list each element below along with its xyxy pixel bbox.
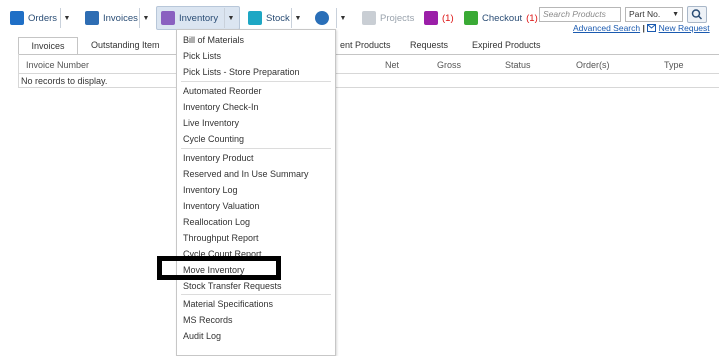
menu-item-audit-log[interactable]: Audit Log [183, 331, 221, 341]
search-placeholder: Search Products [543, 9, 606, 19]
menu-item-automated-reorder[interactable]: Automated Reorder [183, 86, 262, 96]
grid-left-border [18, 54, 19, 88]
tab-current-products[interactable]: ent Products [336, 37, 395, 54]
column-status[interactable]: Status [505, 60, 531, 70]
empty-grid-message: No records to display. [21, 76, 108, 86]
search-links: Advanced Search | New Request [573, 23, 710, 33]
settings-dropdown-caret[interactable]: ▼ [336, 8, 349, 28]
column-orders[interactable]: Order(s) [576, 60, 610, 70]
stock-dropdown-caret[interactable]: ▼ [291, 8, 304, 28]
grid-header-divider [18, 73, 719, 74]
tab-requests[interactable]: Requests [406, 37, 452, 54]
invoices-icon [85, 11, 99, 25]
column-gross[interactable]: Gross [437, 60, 461, 70]
search-icon [691, 9, 703, 20]
checkout-button[interactable]: Checkout (1) [460, 6, 542, 30]
column-type[interactable]: Type [664, 60, 684, 70]
toolbar: Orders ▼ Invoices ▼ Inventory ▼ Stock ▼ … [0, 0, 719, 36]
inventory-dropdown-menu: Bill of Materials Pick Lists Pick Lists … [176, 29, 336, 356]
new-request-link[interactable]: New Request [659, 23, 710, 33]
search-field-value: Part No. [629, 9, 661, 19]
stock-button[interactable]: Stock [244, 6, 294, 30]
checkout-label: Checkout [482, 12, 523, 24]
tab-outstanding-items[interactable]: Outstanding Item [87, 37, 164, 54]
checkout-count: (1) [526, 12, 538, 24]
tab-expired-products[interactable]: Expired Products [468, 37, 545, 54]
advanced-search-link[interactable]: Advanced Search [573, 23, 640, 33]
column-invoice-number[interactable]: Invoice Number [26, 60, 89, 70]
stock-icon [248, 11, 262, 25]
checkout-icon [464, 11, 478, 25]
tab-divider [18, 54, 719, 55]
stock-label: Stock [266, 12, 290, 24]
menu-item-inventory-product[interactable]: Inventory Product [183, 153, 254, 163]
invoices-dropdown-caret[interactable]: ▼ [139, 8, 152, 28]
grid-bottom-divider [18, 87, 719, 88]
menu-item-inventory-check-in[interactable]: Inventory Check-In [183, 102, 259, 112]
inventory-dropdown-caret[interactable]: ▼ [224, 8, 237, 28]
menu-item-material-specifications[interactable]: Material Specifications [183, 299, 273, 309]
settings-gear-icon [315, 11, 329, 25]
column-net[interactable]: Net [385, 60, 399, 70]
cart-icon [424, 11, 438, 25]
invoices-label: Invoices [103, 12, 138, 24]
menu-item-stock-transfer-requests[interactable]: Stock Transfer Requests [183, 281, 282, 291]
menu-item-ms-records[interactable]: MS Records [183, 315, 233, 325]
menu-item-inventory-log[interactable]: Inventory Log [183, 185, 238, 195]
menu-separator [181, 294, 331, 295]
cart-button[interactable]: (1) [420, 6, 458, 30]
orders-label: Orders [28, 12, 58, 24]
search-input[interactable]: Search Products [539, 7, 621, 22]
mail-icon [647, 24, 657, 32]
highlight-box [157, 256, 281, 280]
menu-separator [181, 148, 331, 149]
projects-button[interactable]: Projects [358, 6, 418, 30]
menu-item-bill-of-materials[interactable]: Bill of Materials [183, 35, 244, 45]
tab-invoices[interactable]: Invoices [18, 37, 78, 54]
menu-item-reserved-in-use-summary[interactable]: Reserved and In Use Summary [183, 169, 309, 179]
menu-item-throughput-report[interactable]: Throughput Report [183, 233, 259, 243]
grid-header: Invoice Number Net Gross Status Order(s)… [18, 58, 719, 72]
menu-separator [181, 81, 331, 82]
menu-item-pick-lists-store-preparation[interactable]: Pick Lists - Store Preparation [183, 67, 300, 77]
menu-item-cycle-counting[interactable]: Cycle Counting [183, 134, 244, 144]
menu-item-inventory-valuation[interactable]: Inventory Valuation [183, 201, 259, 211]
search-field-select[interactable]: Part No. ▼ [625, 7, 683, 22]
projects-tag-icon [362, 11, 376, 25]
inventory-label: Inventory [179, 12, 219, 24]
inventory-icon [161, 11, 175, 25]
search-button[interactable] [687, 6, 707, 23]
cart-count: (1) [442, 12, 454, 24]
settings-button[interactable] [311, 6, 333, 30]
projects-label: Projects [380, 12, 415, 24]
orders-button[interactable]: Orders [6, 6, 61, 30]
orders-icon [10, 11, 24, 25]
invoices-button[interactable]: Invoices [81, 6, 142, 30]
chevron-down-icon: ▼ [672, 11, 679, 18]
orders-dropdown-caret[interactable]: ▼ [60, 8, 73, 28]
menu-item-live-inventory[interactable]: Live Inventory [183, 118, 239, 128]
menu-item-pick-lists[interactable]: Pick Lists [183, 51, 221, 61]
menu-item-reallocation-log[interactable]: Reallocation Log [183, 217, 250, 227]
